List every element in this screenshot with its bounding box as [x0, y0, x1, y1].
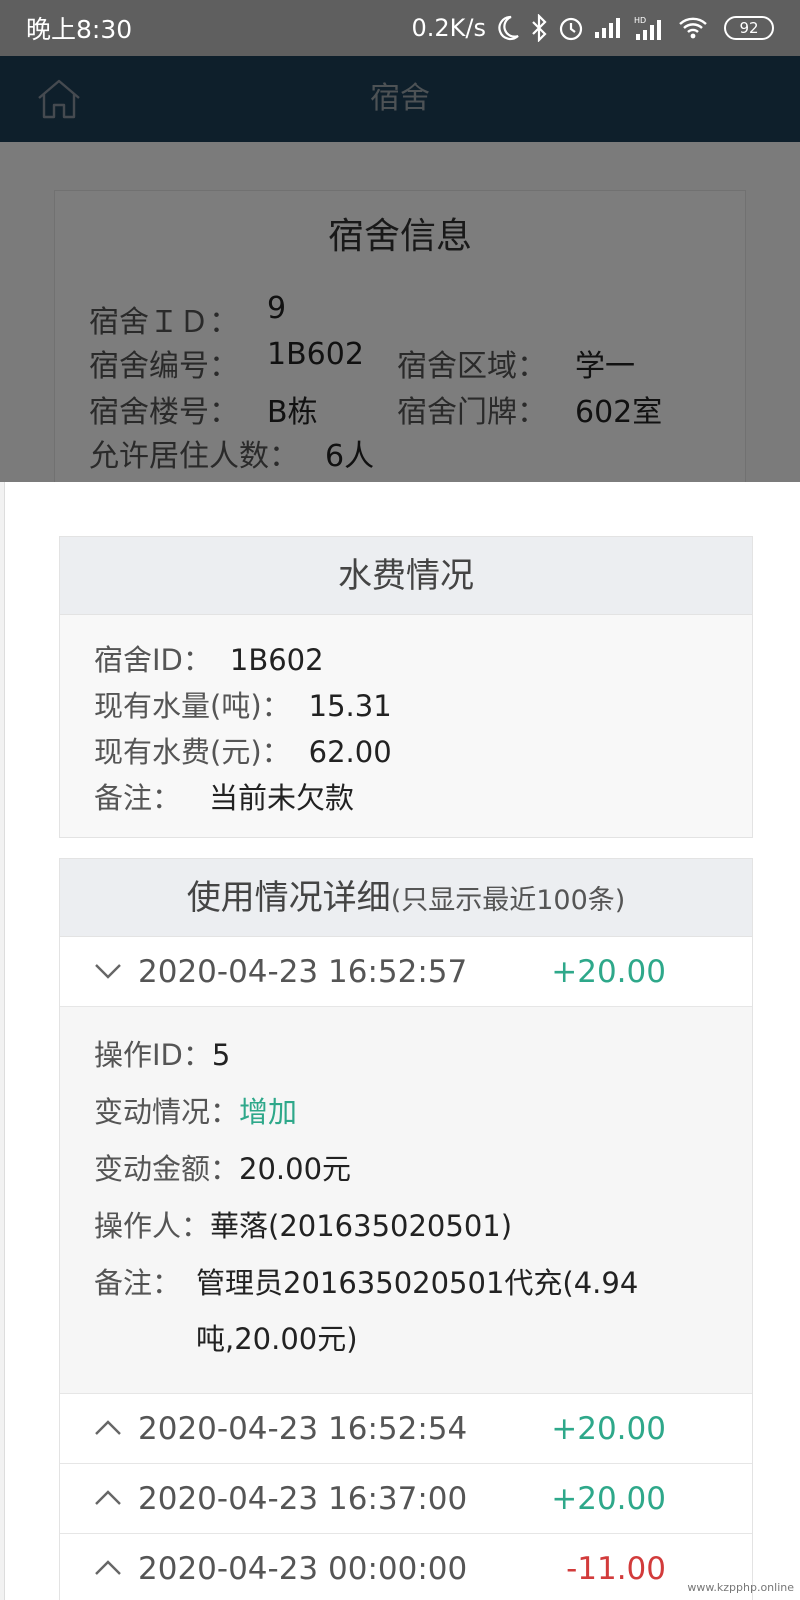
battery-indicator: 92	[724, 16, 774, 40]
usage-title-text: 使用情况详细	[186, 878, 391, 918]
usage-panel: 使用情况详细(只显示最近100条) 2020-04-23 16:52:57 +2…	[59, 858, 753, 1600]
bottom-sheet: 水费情况 宿舍ID： 1B602 现有水量(吨)： 15.31 现有水费(元)： 62…	[4, 482, 800, 1600]
fee-amount-row: 现有水费(元)： 62.00	[94, 729, 718, 775]
chevron-up-icon	[94, 1418, 122, 1438]
detail-amount-value: 20.00元	[239, 1152, 352, 1186]
fee-water-label: 现有水量(吨)：	[94, 689, 291, 723]
detail-note-label: 备注：	[94, 1266, 182, 1300]
usage-subtitle: (只显示最近100条)	[390, 885, 626, 916]
detail-change-label: 变动情况：	[94, 1095, 240, 1129]
alarm-icon	[558, 13, 584, 43]
fee-dorm-id-label: 宿舍ID：	[94, 643, 212, 677]
record-datetime: 2020-04-23 16:52:54	[138, 1411, 468, 1447]
record-datetime: 2020-04-23 16:52:57	[138, 954, 468, 990]
fee-water-row: 现有水量(吨)： 15.31	[94, 683, 718, 729]
watermark: www.kzpphp.online	[687, 1581, 794, 1594]
record-amount: +20.00	[551, 1411, 666, 1447]
record-datetime: 2020-04-23 16:37:00	[138, 1481, 468, 1517]
water-fee-body: 宿舍ID： 1B602 现有水量(吨)： 15.31 现有水费(元)： 62.00 备…	[60, 615, 752, 821]
fee-amount-label: 现有水费(元)：	[94, 735, 291, 769]
record-datetime: 2020-04-23 00:00:00	[138, 1551, 468, 1587]
modal-backdrop[interactable]	[0, 56, 800, 482]
detail-change-value: 增加	[239, 1095, 298, 1129]
detail-op-id-row: 操作ID：5	[94, 1027, 718, 1084]
detail-amount-row: 变动金额：20.00元	[94, 1141, 718, 1198]
fee-note-row: 备注： 当前未欠款	[94, 775, 718, 821]
water-fee-title: 水费情况	[60, 537, 752, 615]
signal-icon	[594, 13, 624, 43]
net-speed: 0.2K/s	[411, 14, 487, 42]
fee-amount-value: 62.00	[308, 735, 392, 769]
record-amount: -11.00	[566, 1551, 666, 1587]
fee-note-label: 备注：	[94, 781, 182, 815]
wifi-icon	[678, 13, 708, 43]
svg-text:HD: HD	[634, 16, 646, 25]
fee-water-value: 15.31	[308, 689, 392, 723]
detail-operator-value: 華落(201635020501)	[210, 1209, 513, 1243]
record-amount: +20.00	[551, 1481, 666, 1517]
detail-operator-row: 操作人：華落(201635020501)	[94, 1198, 718, 1255]
detail-note-value: 管理员201635020501代充(4.94吨,20.00元)	[196, 1266, 639, 1356]
record-row[interactable]: 2020-04-23 16:37:00 +20.00	[60, 1464, 752, 1534]
moon-icon	[496, 13, 520, 43]
record-row[interactable]: 2020-04-23 16:52:57 +20.00	[60, 937, 752, 1007]
status-time: 晚上8:30	[26, 15, 133, 44]
record-row[interactable]: 2020-04-23 00:00:00 -11.00	[60, 1534, 752, 1600]
hd-signal-icon: HD	[634, 13, 668, 43]
detail-operator-label: 操作人：	[94, 1209, 211, 1243]
chevron-up-icon	[94, 1558, 122, 1578]
fee-dorm-id-value: 1B602	[229, 643, 324, 677]
fee-dorm-id-row: 宿舍ID： 1B602	[94, 637, 718, 683]
record-amount: +20.00	[551, 954, 666, 990]
usage-title: 使用情况详细(只显示最近100条)	[60, 859, 752, 937]
bluetooth-icon	[530, 13, 548, 43]
detail-note-row: 备注： 管理员201635020501代充(4.94吨,20.00元)	[94, 1255, 718, 1367]
chevron-down-icon	[94, 961, 122, 981]
detail-op-id-label: 操作ID：	[94, 1038, 212, 1072]
chevron-up-icon	[94, 1488, 122, 1508]
detail-op-id-value: 5	[211, 1038, 231, 1072]
detail-amount-label: 变动金额：	[94, 1152, 240, 1186]
record-row[interactable]: 2020-04-23 16:52:54 +20.00	[60, 1394, 752, 1464]
water-fee-panel: 水费情况 宿舍ID： 1B602 现有水量(吨)： 15.31 现有水费(元)： 62…	[59, 536, 753, 838]
status-bar: 晚上8:30 0.2K/s HD 92	[0, 0, 800, 56]
detail-change-row: 变动情况：增加	[94, 1084, 718, 1141]
record-detail: 操作ID：5 变动情况：增加 变动金额：20.00元 操作人：華落(201635…	[60, 1007, 752, 1394]
fee-note-value: 当前未欠款	[209, 781, 355, 815]
status-icons: 0.2K/s HD 92	[411, 13, 774, 43]
